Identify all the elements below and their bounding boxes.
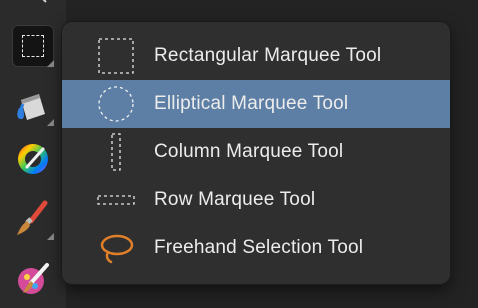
menu-item-label: Freehand Selection Tool: [154, 237, 364, 258]
menu-item-label: Row Marquee Tool: [154, 189, 316, 210]
column-marquee-icon: [96, 132, 136, 172]
paint-brush-icon: [17, 200, 48, 235]
marquee-icon: [22, 35, 44, 57]
paint-brush-tool-button[interactable]: [10, 196, 56, 242]
marquee-tools-flyout-menu: Rectangular Marquee Tool Elliptical Marq…: [62, 22, 450, 284]
menu-item-column-marquee[interactable]: Column Marquee Tool: [62, 128, 450, 176]
rect-marquee-icon: [96, 36, 136, 76]
color-wheel-icon: [18, 144, 48, 174]
ellipse-marquee-icon: [96, 84, 136, 124]
row-marquee-icon: [96, 180, 136, 220]
menu-item-rectangular-marquee[interactable]: Rectangular Marquee Tool: [62, 32, 450, 80]
flyout-indicator-icon: [47, 233, 54, 240]
paint-palette-brush-icon: [18, 263, 49, 294]
flyout-indicator-icon: [47, 119, 54, 126]
fill-tool-button[interactable]: [10, 82, 56, 128]
menu-item-label: Rectangular Marquee Tool: [154, 45, 382, 66]
menu-item-label: Elliptical Marquee Tool: [154, 93, 349, 114]
lasso-icon: [96, 228, 136, 268]
marquee-tool-button[interactable]: [10, 23, 56, 69]
menu-item-elliptical-marquee[interactable]: Elliptical Marquee Tool: [62, 80, 450, 128]
flyout-indicator-icon: [47, 60, 54, 67]
menu-item-freehand-selection[interactable]: Freehand Selection Tool: [62, 224, 450, 272]
menu-item-label: Column Marquee Tool: [154, 141, 344, 162]
paint-bucket-icon: [17, 94, 45, 120]
partial-tool-icon[interactable]: [36, 0, 48, 6]
tools-panel: [0, 0, 66, 308]
menu-item-row-marquee[interactable]: Row Marquee Tool: [62, 176, 450, 224]
pixel-brush-tool-button[interactable]: [10, 256, 56, 302]
color-picker-tool-button[interactable]: [10, 136, 56, 182]
